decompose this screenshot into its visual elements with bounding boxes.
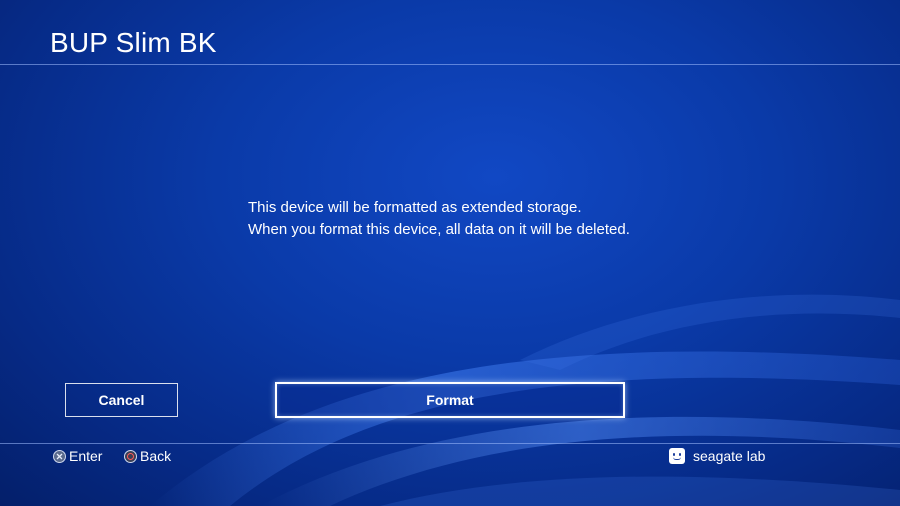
avatar-icon bbox=[669, 448, 685, 464]
message-line-1: This device will be formatted as extende… bbox=[248, 199, 582, 216]
back-hint-label: Back bbox=[140, 448, 172, 464]
cancel-button[interactable]: Cancel bbox=[65, 383, 178, 417]
circle-button-icon bbox=[124, 449, 137, 463]
header-divider bbox=[0, 64, 900, 65]
format-button[interactable]: Format bbox=[275, 382, 625, 418]
footer-divider bbox=[0, 443, 900, 444]
back-hint: Back bbox=[124, 447, 171, 465]
message-line-2: When you format this device, all data on… bbox=[248, 221, 630, 238]
user-name: seagate lab bbox=[693, 448, 766, 464]
background-waves bbox=[150, 294, 900, 506]
format-warning-message: This device will be formatted as extende… bbox=[248, 197, 630, 241]
enter-hint: Enter bbox=[53, 447, 102, 465]
cross-button-icon bbox=[53, 449, 66, 463]
user-indicator: seagate lab bbox=[669, 447, 765, 465]
enter-hint-label: Enter bbox=[69, 448, 103, 464]
page-title: BUP Slim BK bbox=[50, 27, 217, 58]
